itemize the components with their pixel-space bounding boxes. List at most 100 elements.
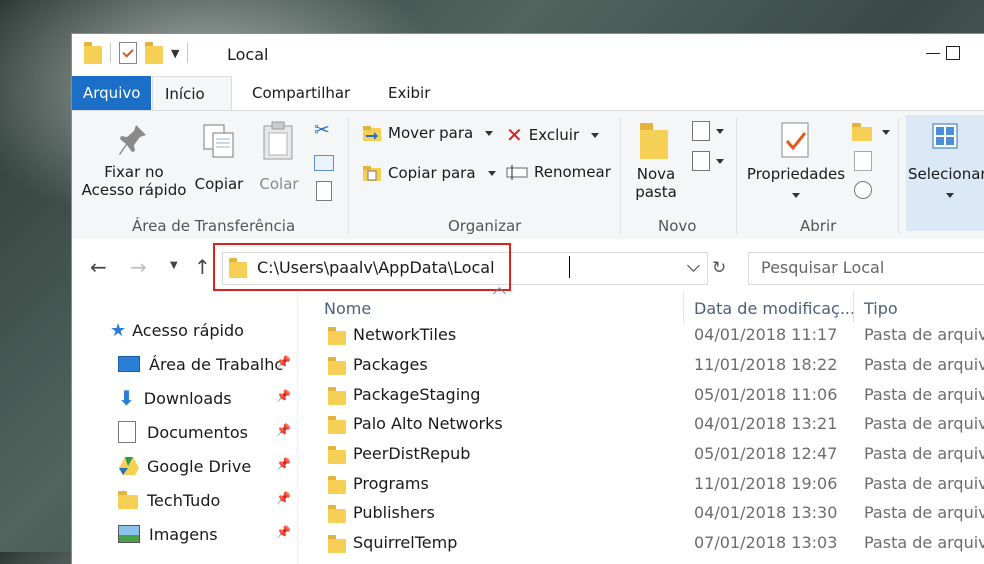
recent-locations-icon[interactable]: ▼ bbox=[170, 260, 178, 271]
tab-compartilhar[interactable]: Compartilhar bbox=[240, 76, 362, 110]
folder-icon bbox=[328, 327, 346, 345]
group-divider bbox=[620, 117, 621, 235]
copy-button[interactable]: Copiar bbox=[192, 117, 246, 213]
sidebar-item-label: Documentos bbox=[147, 422, 249, 442]
customize-toolbar-icon[interactable]: ▼ bbox=[171, 47, 179, 60]
pin-icon[interactable]: 📌 bbox=[276, 491, 291, 505]
file-date: 05/01/2018 12:47 bbox=[694, 444, 838, 463]
table-row[interactable]: SquirrelTemp 07/01/2018 13:03 Pasta de a… bbox=[298, 529, 984, 559]
properties-icon bbox=[781, 122, 809, 158]
new-folder-icon bbox=[640, 123, 668, 159]
column-header-name[interactable]: Nome bbox=[324, 299, 371, 318]
rename-icon bbox=[506, 165, 528, 180]
pin-icon[interactable]: 📌 bbox=[276, 457, 291, 471]
move-to-button[interactable]: Mover para bbox=[362, 123, 494, 143]
tab-arquivo[interactable]: Arquivo bbox=[72, 76, 151, 110]
pin-icon[interactable]: 📌 bbox=[276, 389, 291, 403]
sidebar-item-downloads[interactable]: ⬇ Downloads bbox=[118, 383, 232, 413]
new-folder-icon[interactable] bbox=[145, 42, 163, 64]
column-divider[interactable] bbox=[683, 291, 684, 323]
table-row[interactable]: PeerDistRepub 05/01/2018 12:47 Pasta de … bbox=[298, 440, 984, 470]
maximize-button[interactable] bbox=[946, 46, 960, 60]
pin-icon[interactable]: 📌 bbox=[276, 355, 291, 369]
file-name: PeerDistRepub bbox=[353, 444, 471, 463]
column-header-date[interactable]: Data de modificaç... bbox=[694, 299, 855, 318]
sidebar-item-area-de-trabalho[interactable]: Área de Trabalhc bbox=[118, 349, 283, 379]
table-row[interactable]: PackageStaging 05/01/2018 11:06 Pasta de… bbox=[298, 381, 984, 411]
new-item-icon[interactable] bbox=[692, 121, 710, 141]
folder-icon bbox=[328, 416, 346, 434]
cut-icon[interactable]: ✂ bbox=[314, 119, 330, 141]
properties-icon[interactable] bbox=[119, 42, 137, 64]
file-name: SquirrelTemp bbox=[353, 533, 458, 552]
google-drive-icon bbox=[119, 457, 139, 475]
column-header-type[interactable]: Tipo bbox=[864, 299, 898, 318]
chevron-down-icon[interactable] bbox=[687, 259, 700, 272]
rename-button[interactable]: Renomear bbox=[506, 163, 611, 181]
organize-group-label: Organizar bbox=[448, 217, 522, 235]
table-row[interactable]: Programs 11/01/2018 19:06 Pasta de arqui… bbox=[298, 470, 984, 500]
properties-button[interactable]: Propriedades bbox=[744, 117, 848, 213]
open-icon[interactable] bbox=[852, 123, 872, 141]
file-type: Pasta de arquivo bbox=[864, 474, 984, 493]
select-button[interactable]: Selecionar bbox=[906, 115, 984, 231]
sidebar-item-label: Área de Trabalhc bbox=[149, 354, 284, 374]
download-icon: ⬇ bbox=[118, 386, 135, 410]
chevron-down-icon bbox=[882, 130, 890, 135]
file-date: 05/01/2018 11:06 bbox=[694, 385, 838, 404]
tab-inicio[interactable]: Início bbox=[152, 76, 232, 112]
sidebar-item-label: Acesso rápido bbox=[132, 320, 244, 340]
folder-icon bbox=[328, 446, 346, 464]
copy-path-icon[interactable] bbox=[314, 155, 334, 171]
paste-shortcut-icon[interactable] bbox=[316, 181, 332, 201]
file-type: Pasta de arquivo bbox=[864, 385, 984, 404]
table-row[interactable]: NetworkTiles 04/01/2018 11:17 Pasta de a… bbox=[298, 321, 984, 351]
minimize-button[interactable] bbox=[926, 53, 940, 54]
paste-button[interactable]: Colar bbox=[252, 117, 306, 213]
easy-access-icon[interactable] bbox=[692, 151, 710, 171]
edit-icon[interactable] bbox=[854, 151, 872, 171]
copy-icon bbox=[203, 124, 234, 158]
title-bar: ▼ Local bbox=[72, 34, 984, 76]
sidebar-item-google-drive[interactable]: Google Drive bbox=[118, 451, 251, 481]
sidebar-item-documentos[interactable]: Documentos bbox=[118, 417, 248, 447]
quick-access-toolbar: ▼ bbox=[84, 42, 189, 64]
search-input[interactable]: Pesquisar Local bbox=[748, 252, 984, 285]
file-name: Palo Alto Networks bbox=[353, 414, 503, 433]
sidebar-item-techtudo[interactable]: TechTudo bbox=[118, 485, 220, 515]
pin-quick-access-button[interactable]: Fixar no Acesso rápido bbox=[80, 117, 188, 213]
new-folder-button[interactable]: Nova pasta bbox=[628, 117, 684, 213]
tab-exibir[interactable]: Exibir bbox=[376, 76, 442, 110]
copy-to-icon bbox=[363, 166, 381, 181]
history-icon[interactable] bbox=[854, 181, 872, 199]
refresh-icon[interactable]: ↻ bbox=[712, 258, 726, 278]
column-divider[interactable] bbox=[853, 291, 854, 323]
pin-icon[interactable]: 📌 bbox=[276, 423, 291, 437]
window-title: Local bbox=[227, 45, 269, 64]
table-row[interactable]: Packages 11/01/2018 18:22 Pasta de arqui… bbox=[298, 351, 984, 381]
copy-to-button[interactable]: Copiar para bbox=[362, 163, 496, 183]
sidebar-item-label: Google Drive bbox=[147, 456, 252, 476]
folder-icon bbox=[328, 535, 346, 553]
navigation-pane: ★ Acesso rápido Área de Trabalhc ⬇ Downl… bbox=[72, 291, 297, 564]
table-row[interactable]: Publishers 04/01/2018 13:30 Pasta de arq… bbox=[298, 499, 984, 529]
images-icon bbox=[118, 525, 140, 543]
file-type: Pasta de arquivo bbox=[864, 444, 984, 463]
file-name: NetworkTiles bbox=[353, 325, 457, 344]
up-arrow-icon[interactable]: ↑ bbox=[194, 255, 211, 279]
back-arrow-icon[interactable]: ← bbox=[90, 255, 107, 279]
pin-icon[interactable]: 📌 bbox=[276, 525, 291, 539]
sidebar-item-acesso-rapido[interactable]: ★ Acesso rápido bbox=[110, 315, 244, 345]
table-row[interactable]: Palo Alto Networks 04/01/2018 13:21 Past… bbox=[298, 410, 984, 440]
forward-arrow-icon[interactable]: → bbox=[130, 255, 147, 279]
file-date: 07/01/2018 13:03 bbox=[694, 533, 838, 552]
folder-icon bbox=[328, 505, 346, 523]
chevron-down-icon bbox=[716, 129, 724, 134]
select-label: Selecionar bbox=[908, 165, 984, 183]
file-type: Pasta de arquivo bbox=[864, 414, 984, 433]
chevron-down-icon bbox=[946, 193, 954, 198]
delete-button[interactable]: ✕ Excluir bbox=[506, 123, 600, 147]
sidebar-item-imagens[interactable]: Imagens bbox=[118, 519, 218, 549]
divider bbox=[187, 43, 189, 63]
sidebar-item-label: TechTudo bbox=[147, 490, 221, 510]
